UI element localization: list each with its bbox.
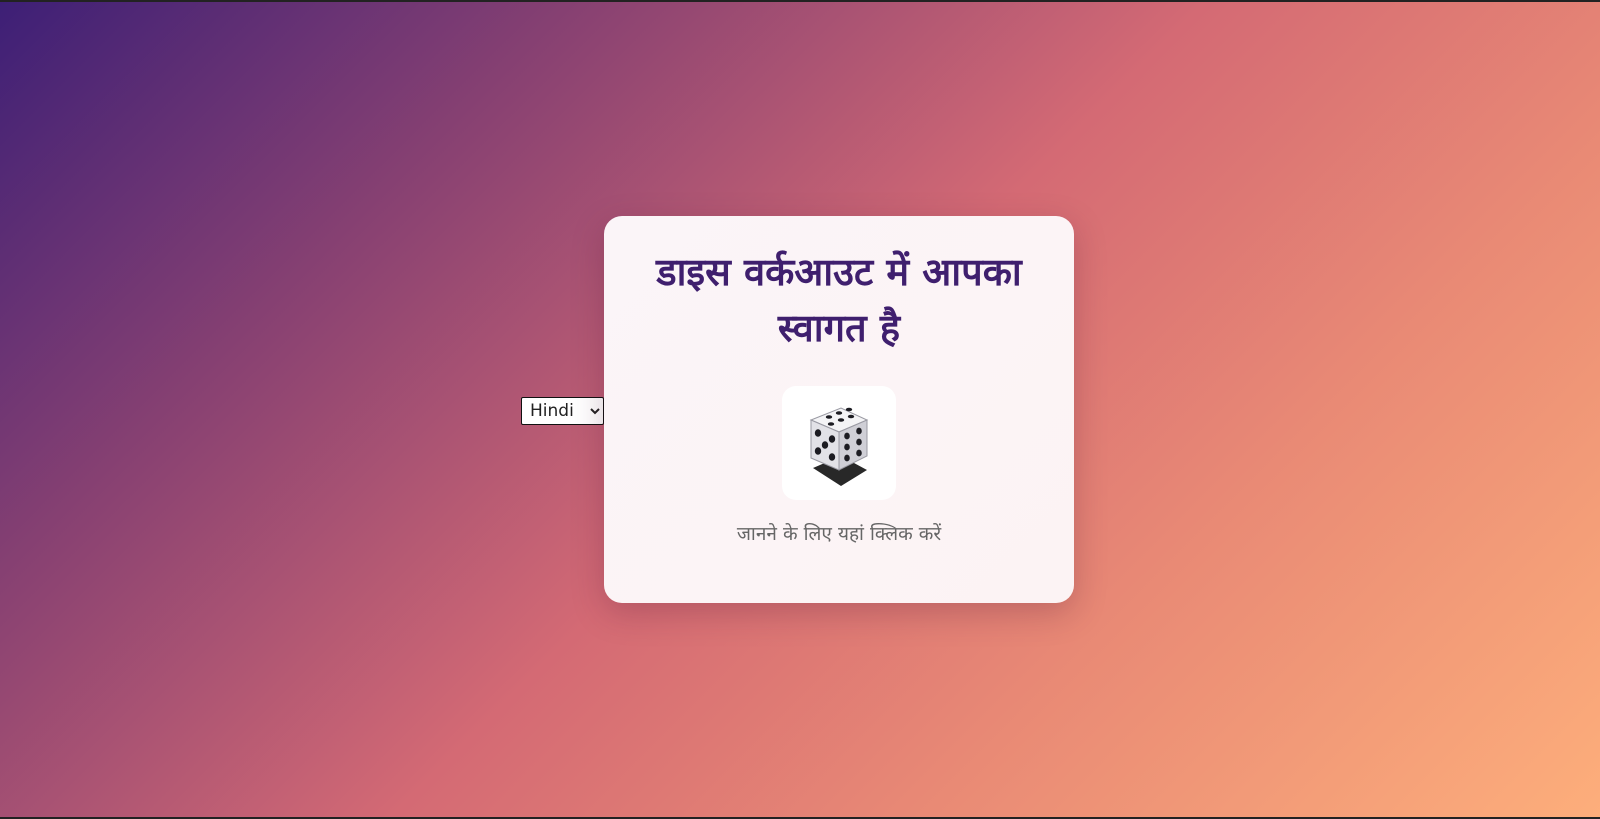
page-background: Hindi डाइस वर्कआउट में आपका स्वागत है जा… [0, 2, 1600, 817]
click-hint-text: जानने के लिए यहां क्लिक करें [736, 523, 942, 545]
welcome-card: डाइस वर्कआउट में आपका स्वागत है जानने के… [604, 216, 1074, 603]
dice-icon [809, 407, 869, 486]
dice-button[interactable] [782, 386, 896, 500]
language-select[interactable]: Hindi [521, 397, 604, 425]
welcome-title: डाइस वर्कआउट में आपका स्वागत है [656, 250, 1022, 350]
